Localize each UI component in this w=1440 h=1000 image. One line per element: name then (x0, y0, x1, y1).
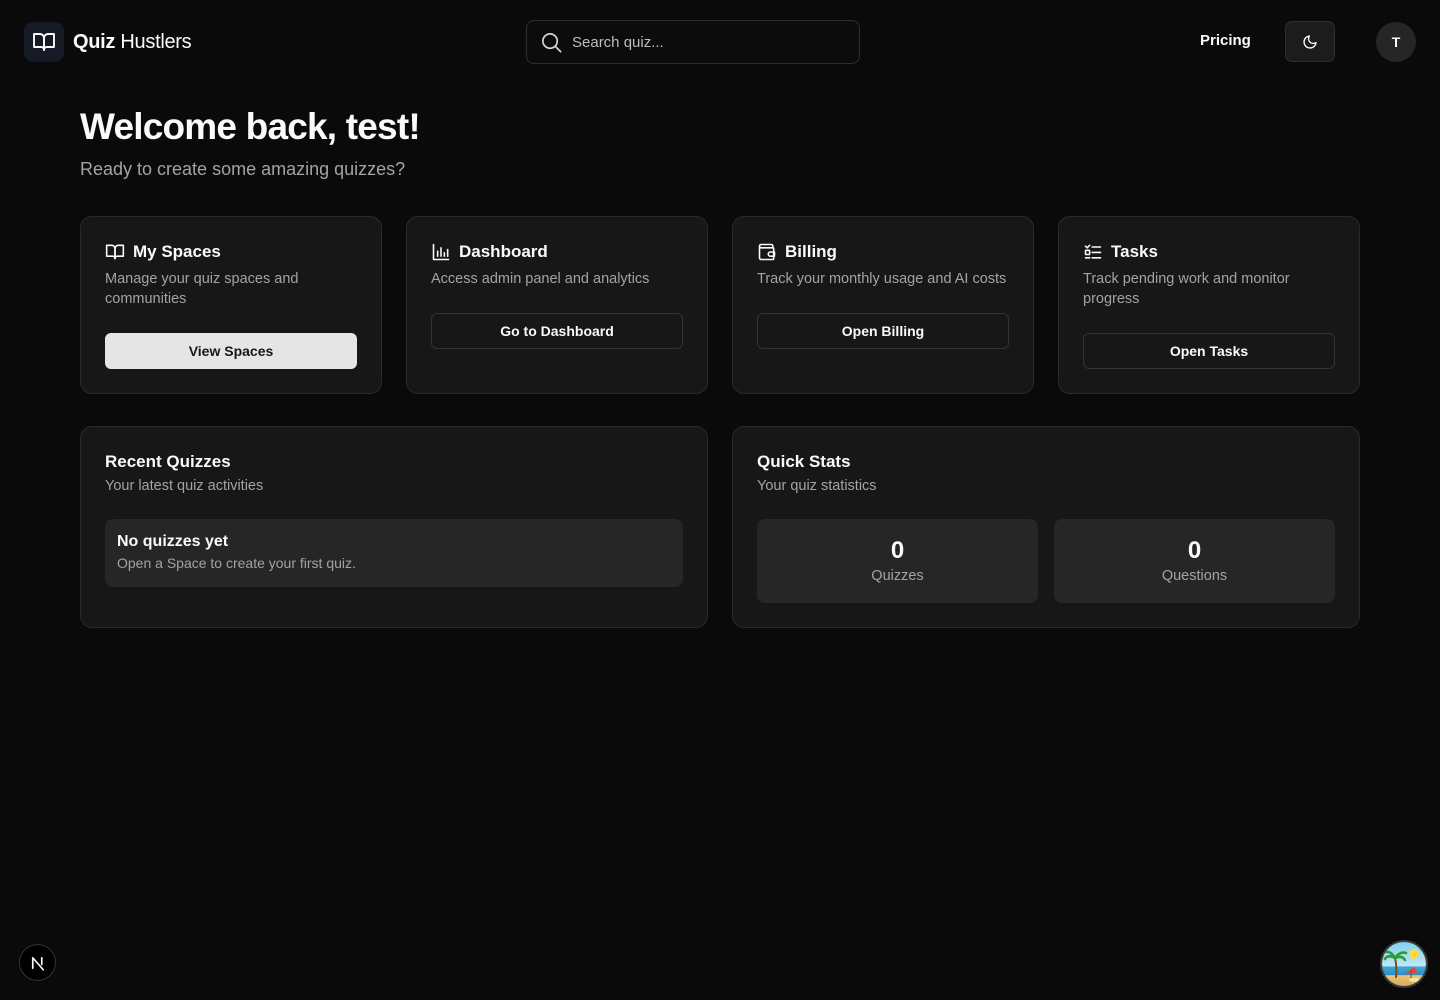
search-box[interactable] (526, 20, 860, 64)
brand-logo-link[interactable]: Quiz Hustlers (24, 22, 192, 62)
top-nav: Quiz Hustlers Pricing T (0, 0, 1440, 84)
card-title: Tasks (1111, 242, 1158, 261)
card-description: Manage your quiz spaces and communities (105, 271, 299, 307)
stat-value: 0 (890, 537, 905, 564)
stat-label: Questions (1161, 568, 1228, 584)
empty-state-title: No quizzes yet (117, 533, 229, 550)
wallet-icon (758, 243, 776, 261)
open-tasks-button[interactable]: Open Tasks (1083, 333, 1335, 369)
brand-name-strong: Quiz (73, 30, 116, 53)
card-description: Access admin panel and analytics (431, 271, 650, 287)
page-title: Welcome back, test! (80, 106, 421, 147)
moon-icon (1303, 34, 1317, 49)
book-open-icon (105, 244, 125, 260)
search-icon (542, 32, 562, 52)
empty-state: No quizzes yet Open a Space to create yo… (105, 519, 683, 587)
card-billing: Billing Track your monthly usage and AI … (732, 216, 1034, 394)
stat-value: 0 (1187, 537, 1202, 564)
panel-title: Recent Quizzes (105, 452, 231, 471)
quick-stats-panel: Quick Stats Your quiz statistics 0 Quizz… (732, 426, 1360, 628)
card-title: Billing (785, 242, 837, 261)
card-description: Track pending work and monitor progress (1083, 271, 1290, 307)
open-billing-button[interactable]: Open Billing (757, 313, 1009, 349)
panel-subtitle: Your latest quiz activities (105, 478, 264, 494)
user-avatar[interactable]: T (1376, 22, 1416, 62)
panel-subtitle: Your quiz statistics (757, 478, 877, 494)
recent-quizzes-panel: Recent Quizzes Your latest quiz activiti… (80, 426, 708, 628)
search-input[interactable] (572, 33, 842, 51)
card-description: Track your monthly usage and AI costs (757, 271, 1007, 287)
card-tasks: Tasks Track pending work and monitor pro… (1058, 216, 1360, 394)
list-checks-icon (1084, 244, 1102, 259)
page: Quiz Hustlers Pricing T Welcome back, te… (0, 0, 1440, 1000)
card-title: Dashboard (459, 242, 548, 261)
empty-state-description: Open a Space to create your first quiz. (117, 555, 356, 571)
card-title: My Spaces (133, 242, 221, 261)
stat-quizzes: 0 Quizzes (757, 519, 1038, 603)
stat-label: Quizzes (871, 568, 924, 584)
brand-name-light: Hustlers (115, 30, 192, 53)
go-to-dashboard-button[interactable]: Go to Dashboard (431, 313, 683, 349)
book-open-icon (24, 22, 64, 62)
panel-title: Quick Stats (757, 452, 851, 471)
theme-toggle-button[interactable] (1285, 21, 1335, 62)
beach-avatar-icon[interactable] (1380, 940, 1428, 988)
nextjs-dev-badge[interactable] (19, 944, 56, 981)
page-subtitle: Ready to create some amazing quizzes? (80, 159, 406, 179)
card-my-spaces: My Spaces Manage your quiz spaces and co… (80, 216, 382, 394)
nextjs-logo-icon (31, 956, 44, 971)
brand-name: Quiz Hustlers (73, 30, 192, 54)
view-spaces-button[interactable]: View Spaces (105, 333, 357, 369)
stat-questions: 0 Questions (1054, 519, 1335, 603)
card-dashboard: Dashboard Access admin panel and analyti… (406, 216, 708, 394)
pricing-link[interactable]: Pricing (1200, 32, 1251, 49)
bar-chart-icon (432, 243, 450, 261)
